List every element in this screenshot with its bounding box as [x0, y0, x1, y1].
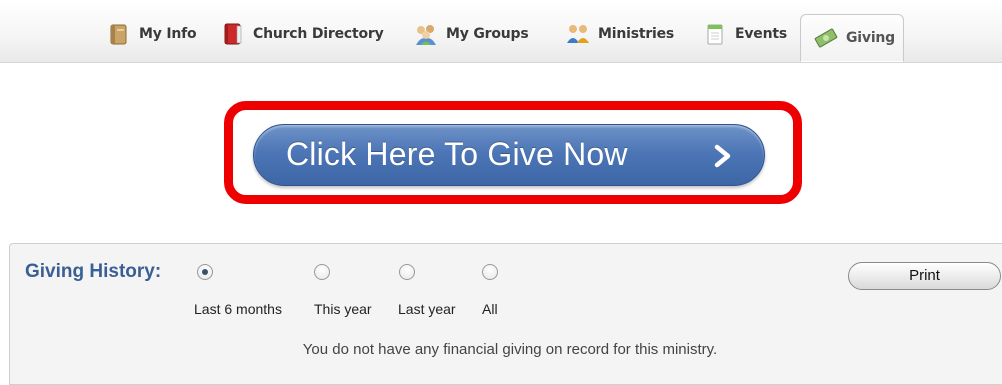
red-book-icon [224, 23, 242, 45]
tab-label: Ministries [598, 26, 675, 42]
radio-last-6-months[interactable] [197, 264, 213, 280]
giving-history-title: Giving History: [25, 261, 162, 282]
notepad-icon [707, 24, 723, 45]
group-people-icon [416, 25, 436, 45]
tab-label: My Groups [446, 26, 529, 42]
people-pair-icon [567, 25, 589, 43]
tab-bar: My Info Church Directory My Groups Minis… [0, 0, 1002, 63]
tab-ministries[interactable]: Ministries [565, 14, 674, 54]
give-now-button[interactable]: Click Here To Give Now [253, 124, 765, 186]
chevron-right-icon [714, 144, 731, 168]
empty-giving-message: You do not have any financial giving on … [302, 341, 718, 358]
radio-all[interactable] [482, 264, 498, 280]
radio-label-last-year[interactable]: Last year [398, 301, 456, 317]
radio-last-year[interactable] [399, 264, 415, 280]
tab-my-groups[interactable]: My Groups [413, 14, 529, 54]
radio-label-this-year[interactable]: This year [314, 301, 372, 317]
tab-my-info[interactable]: My Info [106, 14, 197, 54]
tab-label: Giving [846, 30, 896, 46]
tab-giving[interactable]: Giving [800, 14, 904, 62]
tab-label: Church Directory [253, 26, 384, 42]
money-icon [814, 28, 838, 48]
radio-label-last-6-months[interactable]: Last 6 months [194, 301, 282, 317]
radio-this-year[interactable] [314, 264, 330, 280]
tab-label: My Info [139, 26, 197, 42]
book-icon [110, 24, 127, 45]
give-now-label: Click Here To Give Now [286, 136, 628, 172]
radio-label-all[interactable]: All [482, 301, 498, 317]
tab-events[interactable]: Events [702, 14, 787, 54]
radio-selected-dot [202, 269, 208, 275]
tab-church-directory[interactable]: Church Directory [220, 14, 384, 54]
tab-label: Events [735, 26, 787, 42]
print-button[interactable]: Print [848, 262, 1001, 290]
giving-history-panel: Giving History: Last 6 months This year … [9, 243, 1002, 385]
